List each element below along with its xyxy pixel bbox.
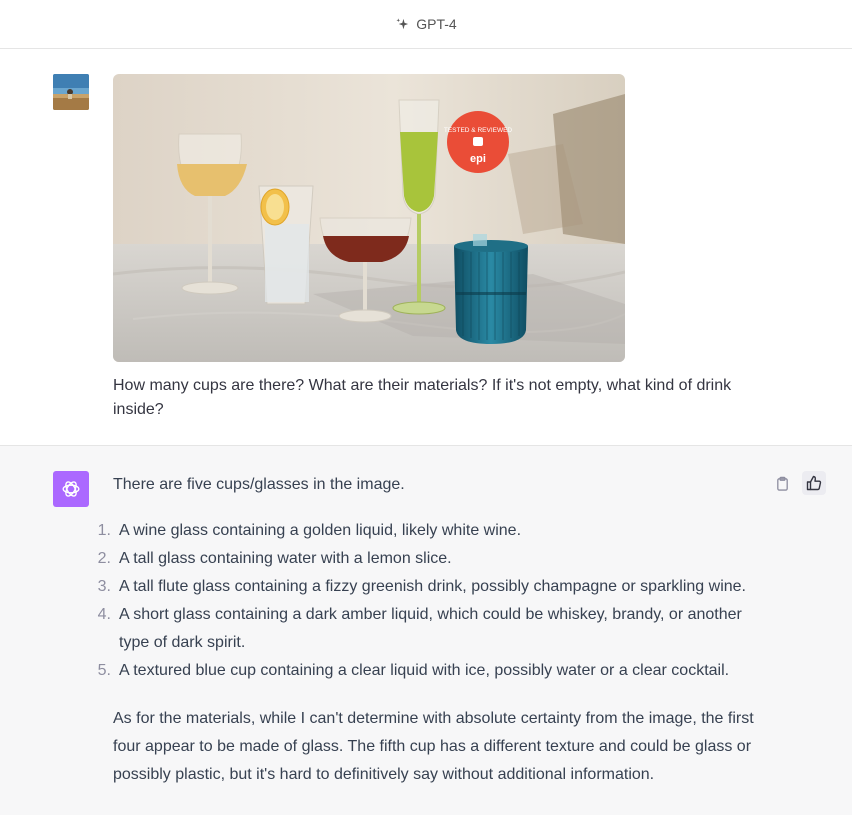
assistant-response: There are five cups/glasses in the image… [98,473,763,789]
response-outro: As for the materials, while I can't dete… [113,710,754,783]
user-message: TESTED & REVIEWED epi How many cups are … [0,49,852,446]
response-intro: There are five cups/glasses in the image… [113,476,405,493]
list-number: 2. [97,550,111,567]
list-item-text: A short glass containing a dark amber li… [119,606,742,651]
model-label: GPT-4 [416,16,457,32]
list-item: 4. A short glass containing a dark amber … [98,601,763,657]
list-item-text: A tall flute glass containing a fizzy gr… [119,578,746,595]
list-item: 2. A tall glass containing water with a l… [98,545,763,573]
badge-brand: epi [470,153,486,165]
list-item: 1. A wine glass containing a golden liqui… [98,517,763,545]
list-number: 4. [97,606,111,623]
user-avatar [53,74,89,110]
thumbs-up-icon [806,475,822,491]
list-item: 3. A tall flute glass containing a fizzy … [98,573,763,601]
list-item-text: A textured blue cup containing a clear l… [119,662,730,679]
list-number: 3. [97,578,111,595]
list-item: 5. A textured blue cup containing a clear… [98,657,763,685]
list-number: 1. [97,522,111,539]
assistant-message: There are five cups/glasses in the image… [0,446,852,815]
list-number: 5. [97,662,111,679]
sparkle-icon [396,17,409,29]
clipboard-icon [776,476,788,491]
list-item-text: A wine glass containing a golden liquid,… [119,522,522,539]
thumbs-up-button[interactable] [802,471,826,495]
copy-button[interactable] [770,471,794,495]
badge-text: TESTED & REVIEWED [444,127,513,134]
uploaded-image[interactable]: TESTED & REVIEWED epi [113,74,625,362]
openai-logo-icon [53,471,89,507]
message-actions [770,471,826,495]
user-prompt-text: How many cups are there? What are their … [113,377,732,418]
model-header[interactable]: GPT-4 [0,0,852,49]
response-list: 1. A wine glass containing a golden liqui… [98,517,763,685]
list-item-text: A tall glass containing water with a lem… [119,550,452,567]
